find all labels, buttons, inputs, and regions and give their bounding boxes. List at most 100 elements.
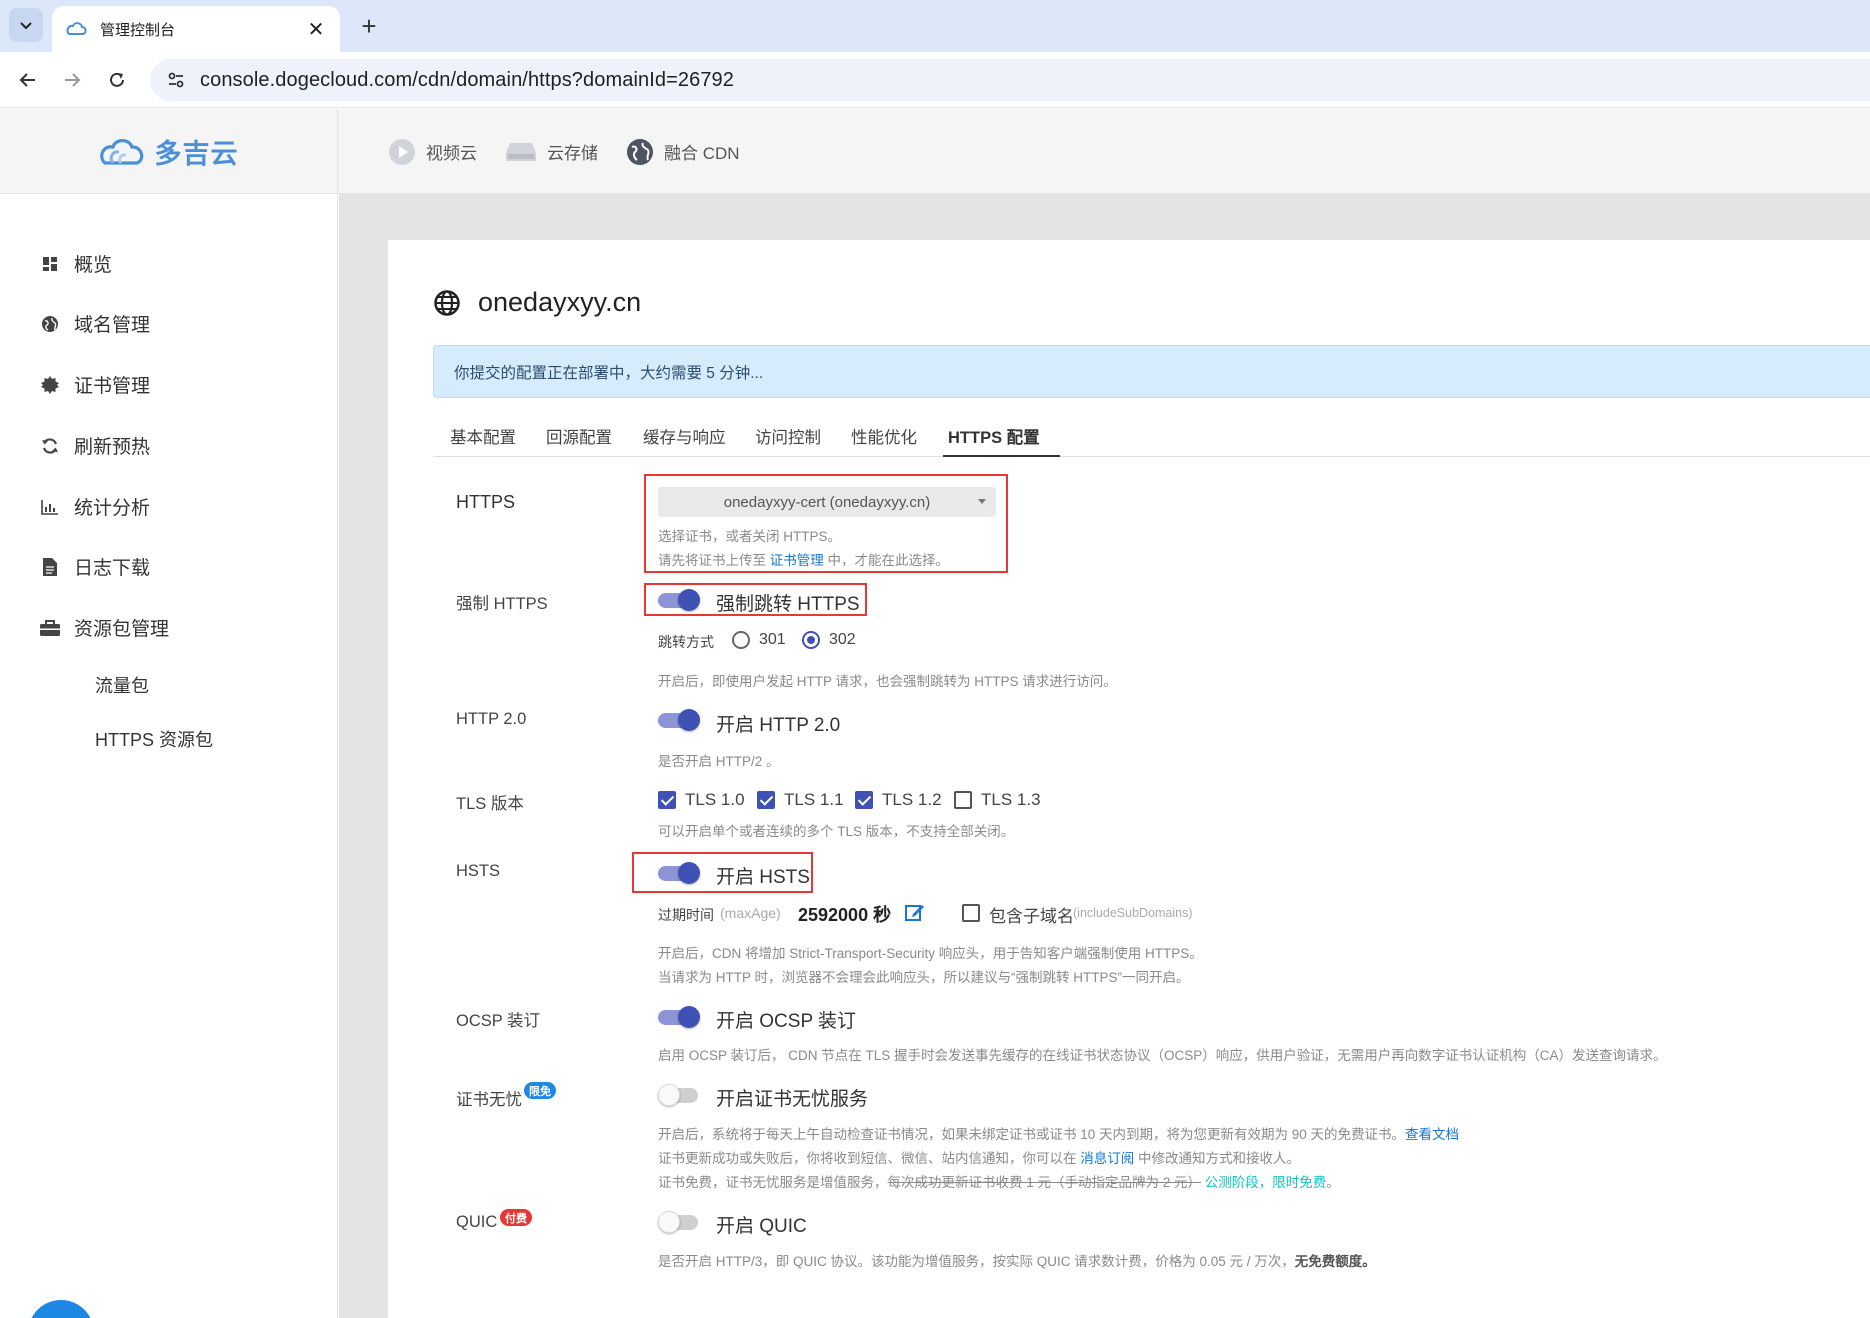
sidebar-item-logs[interactable]: 日志下载 xyxy=(40,553,150,580)
tls-1-2-checkbox[interactable] xyxy=(855,791,873,809)
https-label: HTTPS xyxy=(456,492,516,512)
arrow-right-icon xyxy=(65,73,81,87)
tab-title: 管理控制台 xyxy=(100,21,176,39)
tab-access[interactable]: 访问控制 xyxy=(755,424,821,448)
refresh-icon xyxy=(40,436,60,456)
sidebar-item-certificates[interactable]: 证书管理 xyxy=(40,371,150,398)
new-tab-button[interactable]: + xyxy=(352,9,386,43)
back-button[interactable] xyxy=(12,64,44,96)
force-https-hint: 开启后，即使用户发起 HTTP 请求，也会强制跳转为 HTTPS 请求进行访问。 xyxy=(658,674,1117,689)
paid-badge: 付费 xyxy=(500,1209,532,1226)
sidebar-item-analytics[interactable]: 统计分析 xyxy=(40,493,150,520)
radio-302[interactable] xyxy=(802,631,820,649)
tab-https[interactable]: HTTPS 配置 xyxy=(948,424,1040,448)
tls-1-0-label: TLS 1.0 xyxy=(685,790,745,809)
ocsp-toggle[interactable] xyxy=(658,1006,700,1028)
config-tabs: 基本配置 回源配置 缓存与响应 访问控制 性能优化 HTTPS 配置 xyxy=(433,413,1870,457)
sidebar-item-label: 统计分析 xyxy=(74,498,151,519)
topnav-cdn[interactable]: 融合 CDN xyxy=(626,138,740,166)
site-settings-icon[interactable] xyxy=(164,68,188,92)
tab-basic[interactable]: 基本配置 xyxy=(450,424,516,448)
ocsp-hint: 启用 OCSP 装订后， CDN 节点在 TLS 握手时会发送事先缓存的在线证书… xyxy=(658,1048,1667,1063)
https-hint-2: 请先将证书上传至 证书管理 中，才能在此选择。 xyxy=(658,553,950,568)
http2-label: HTTP 2.0 xyxy=(456,710,527,728)
cert-select[interactable]: onedayxyy-cert (onedayxyy.cn) xyxy=(658,487,996,517)
tab-performance[interactable]: 性能优化 xyxy=(851,424,917,448)
topnav-video-cloud[interactable]: 视频云 xyxy=(388,138,477,166)
sidebar-item-packages[interactable]: 资源包管理 xyxy=(40,614,169,641)
url-text: console.dogecloud.com/cdn/domain/https?d… xyxy=(200,68,735,91)
topnav-label: 视频云 xyxy=(426,144,477,163)
sidebar-item-label: 刷新预热 xyxy=(74,437,151,458)
cert-select-value: onedayxyy-cert (onedayxyy.cn) xyxy=(723,493,931,511)
radio-301[interactable] xyxy=(732,631,750,649)
radio-301-label: 301 xyxy=(759,631,786,648)
radio-302-label: 302 xyxy=(829,631,856,648)
tls-hint: 可以开启单个或者连续的多个 TLS 版本，不支持全部关闭。 xyxy=(658,824,1015,839)
dashboard-icon xyxy=(40,254,60,274)
tls-1-0-checkbox[interactable] xyxy=(658,791,676,809)
tls-1-3-label: TLS 1.3 xyxy=(981,790,1041,809)
quic-hint: 是否开启 HTTP/3，即 QUIC 协议。该功能为增值服务，按实际 QUIC … xyxy=(658,1254,1376,1269)
tls-1-3-checkbox[interactable] xyxy=(954,791,972,809)
http2-toggle[interactable] xyxy=(658,709,700,731)
include-subdomains-key: (includeSubDomains) xyxy=(1073,906,1193,920)
ocsp-label: OCSP 装订 xyxy=(456,1012,541,1030)
deploy-alert: 你提交的配置正在部署中，大约需要 5 分钟... xyxy=(433,345,1870,398)
dropdown-arrow-icon xyxy=(978,499,986,504)
hsts-hint-1: 开启后，CDN 将增加 Strict-Transport-Security 响应… xyxy=(658,946,1203,961)
tab-cache[interactable]: 缓存与响应 xyxy=(643,424,726,448)
sidebar-subitem-traffic[interactable]: 流量包 xyxy=(95,672,149,698)
topnav-label: 云存储 xyxy=(547,144,598,163)
force-https-toggle[interactable] xyxy=(658,589,700,611)
reload-button[interactable] xyxy=(101,64,133,96)
close-tab-icon[interactable]: ✕ xyxy=(304,17,328,42)
maxage-key: (maxAge) xyxy=(720,905,781,921)
maxage-value: 2592000 秒 xyxy=(798,905,892,925)
redirect-method-label: 跳转方式 xyxy=(658,634,714,650)
globe-icon xyxy=(626,138,654,166)
tab-search-button[interactable] xyxy=(9,8,43,42)
tab-origin[interactable]: 回源配置 xyxy=(546,424,612,448)
logo[interactable]: 多吉云 xyxy=(0,109,338,194)
hsts-label: HSTS xyxy=(456,862,501,880)
quic-toggle[interactable] xyxy=(658,1211,700,1233)
ocsp-toggle-label: 开启 OCSP 装订 xyxy=(716,1011,857,1032)
hsts-hint-2: 当请求为 HTTP 时，浏览器不会理会此响应头，所以建议与“强制跳转 HTTPS… xyxy=(658,970,1190,985)
https-hint-1: 选择证书，或者关闭 HTTPS。 xyxy=(658,529,842,544)
reload-icon xyxy=(110,72,124,87)
http2-toggle-label: 开启 HTTP 2.0 xyxy=(716,715,841,736)
sidebar-item-refresh[interactable]: 刷新预热 xyxy=(40,432,150,459)
cert-management-link[interactable]: 证书管理 xyxy=(770,553,824,568)
sidebar-subitem-https-package[interactable]: HTTPS 资源包 xyxy=(95,726,213,752)
tls-1-1-checkbox[interactable] xyxy=(757,791,775,809)
tls-label: TLS 版本 xyxy=(456,795,524,813)
include-subdomains-checkbox[interactable] xyxy=(962,904,980,922)
forward-button[interactable] xyxy=(56,64,88,96)
briefcase-icon xyxy=(40,618,60,638)
sidebar-item-label: 证书管理 xyxy=(74,376,151,397)
active-tab-indicator xyxy=(943,455,1060,457)
cloud-favicon-icon xyxy=(66,17,90,41)
address-bar[interactable]: console.dogecloud.com/cdn/domain/https?d… xyxy=(150,59,1870,101)
hsts-toggle[interactable] xyxy=(658,862,700,884)
edit-icon[interactable] xyxy=(905,902,925,922)
topnav-cloud-storage[interactable]: 云存储 xyxy=(505,138,598,166)
view-docs-link[interactable]: 查看文档 xyxy=(1405,1127,1459,1142)
play-circle-icon xyxy=(388,138,416,166)
cert-care-hint-3: 证书免费，证书无忧服务是增值服务，每次成功更新证书收费 1 元（手动指定品牌为 … xyxy=(658,1175,1340,1190)
top-nav: 视频云 云存储 融合 CDN xyxy=(388,109,768,194)
cloud-logo-icon xyxy=(99,138,143,165)
include-subdomains-label: 包含子域名 xyxy=(989,907,1074,926)
tls-1-2-label: TLS 1.2 xyxy=(882,790,942,809)
message-subscription-link[interactable]: 消息订阅 xyxy=(1080,1151,1134,1166)
cert-care-hint-1: 开启后，系统将于每天上午自动检查证书情况，如果未绑定证书或证书 10 天内到期，… xyxy=(658,1127,1460,1142)
arrow-left-icon xyxy=(19,73,35,87)
quic-toggle-label: 开启 QUIC xyxy=(716,1216,807,1237)
cert-care-toggle[interactable] xyxy=(658,1084,700,1106)
quic-label: QUIC xyxy=(456,1213,498,1231)
sidebar: 概览 域名管理 证书管理 刷新预热 统计分析 日志下载 资源包管理 流量包 HT… xyxy=(0,194,338,1318)
sidebar-item-domains[interactable]: 域名管理 xyxy=(40,310,150,337)
sidebar-item-overview[interactable]: 概览 xyxy=(40,250,112,277)
browser-tab[interactable]: 管理控制台 ✕ xyxy=(52,6,340,52)
